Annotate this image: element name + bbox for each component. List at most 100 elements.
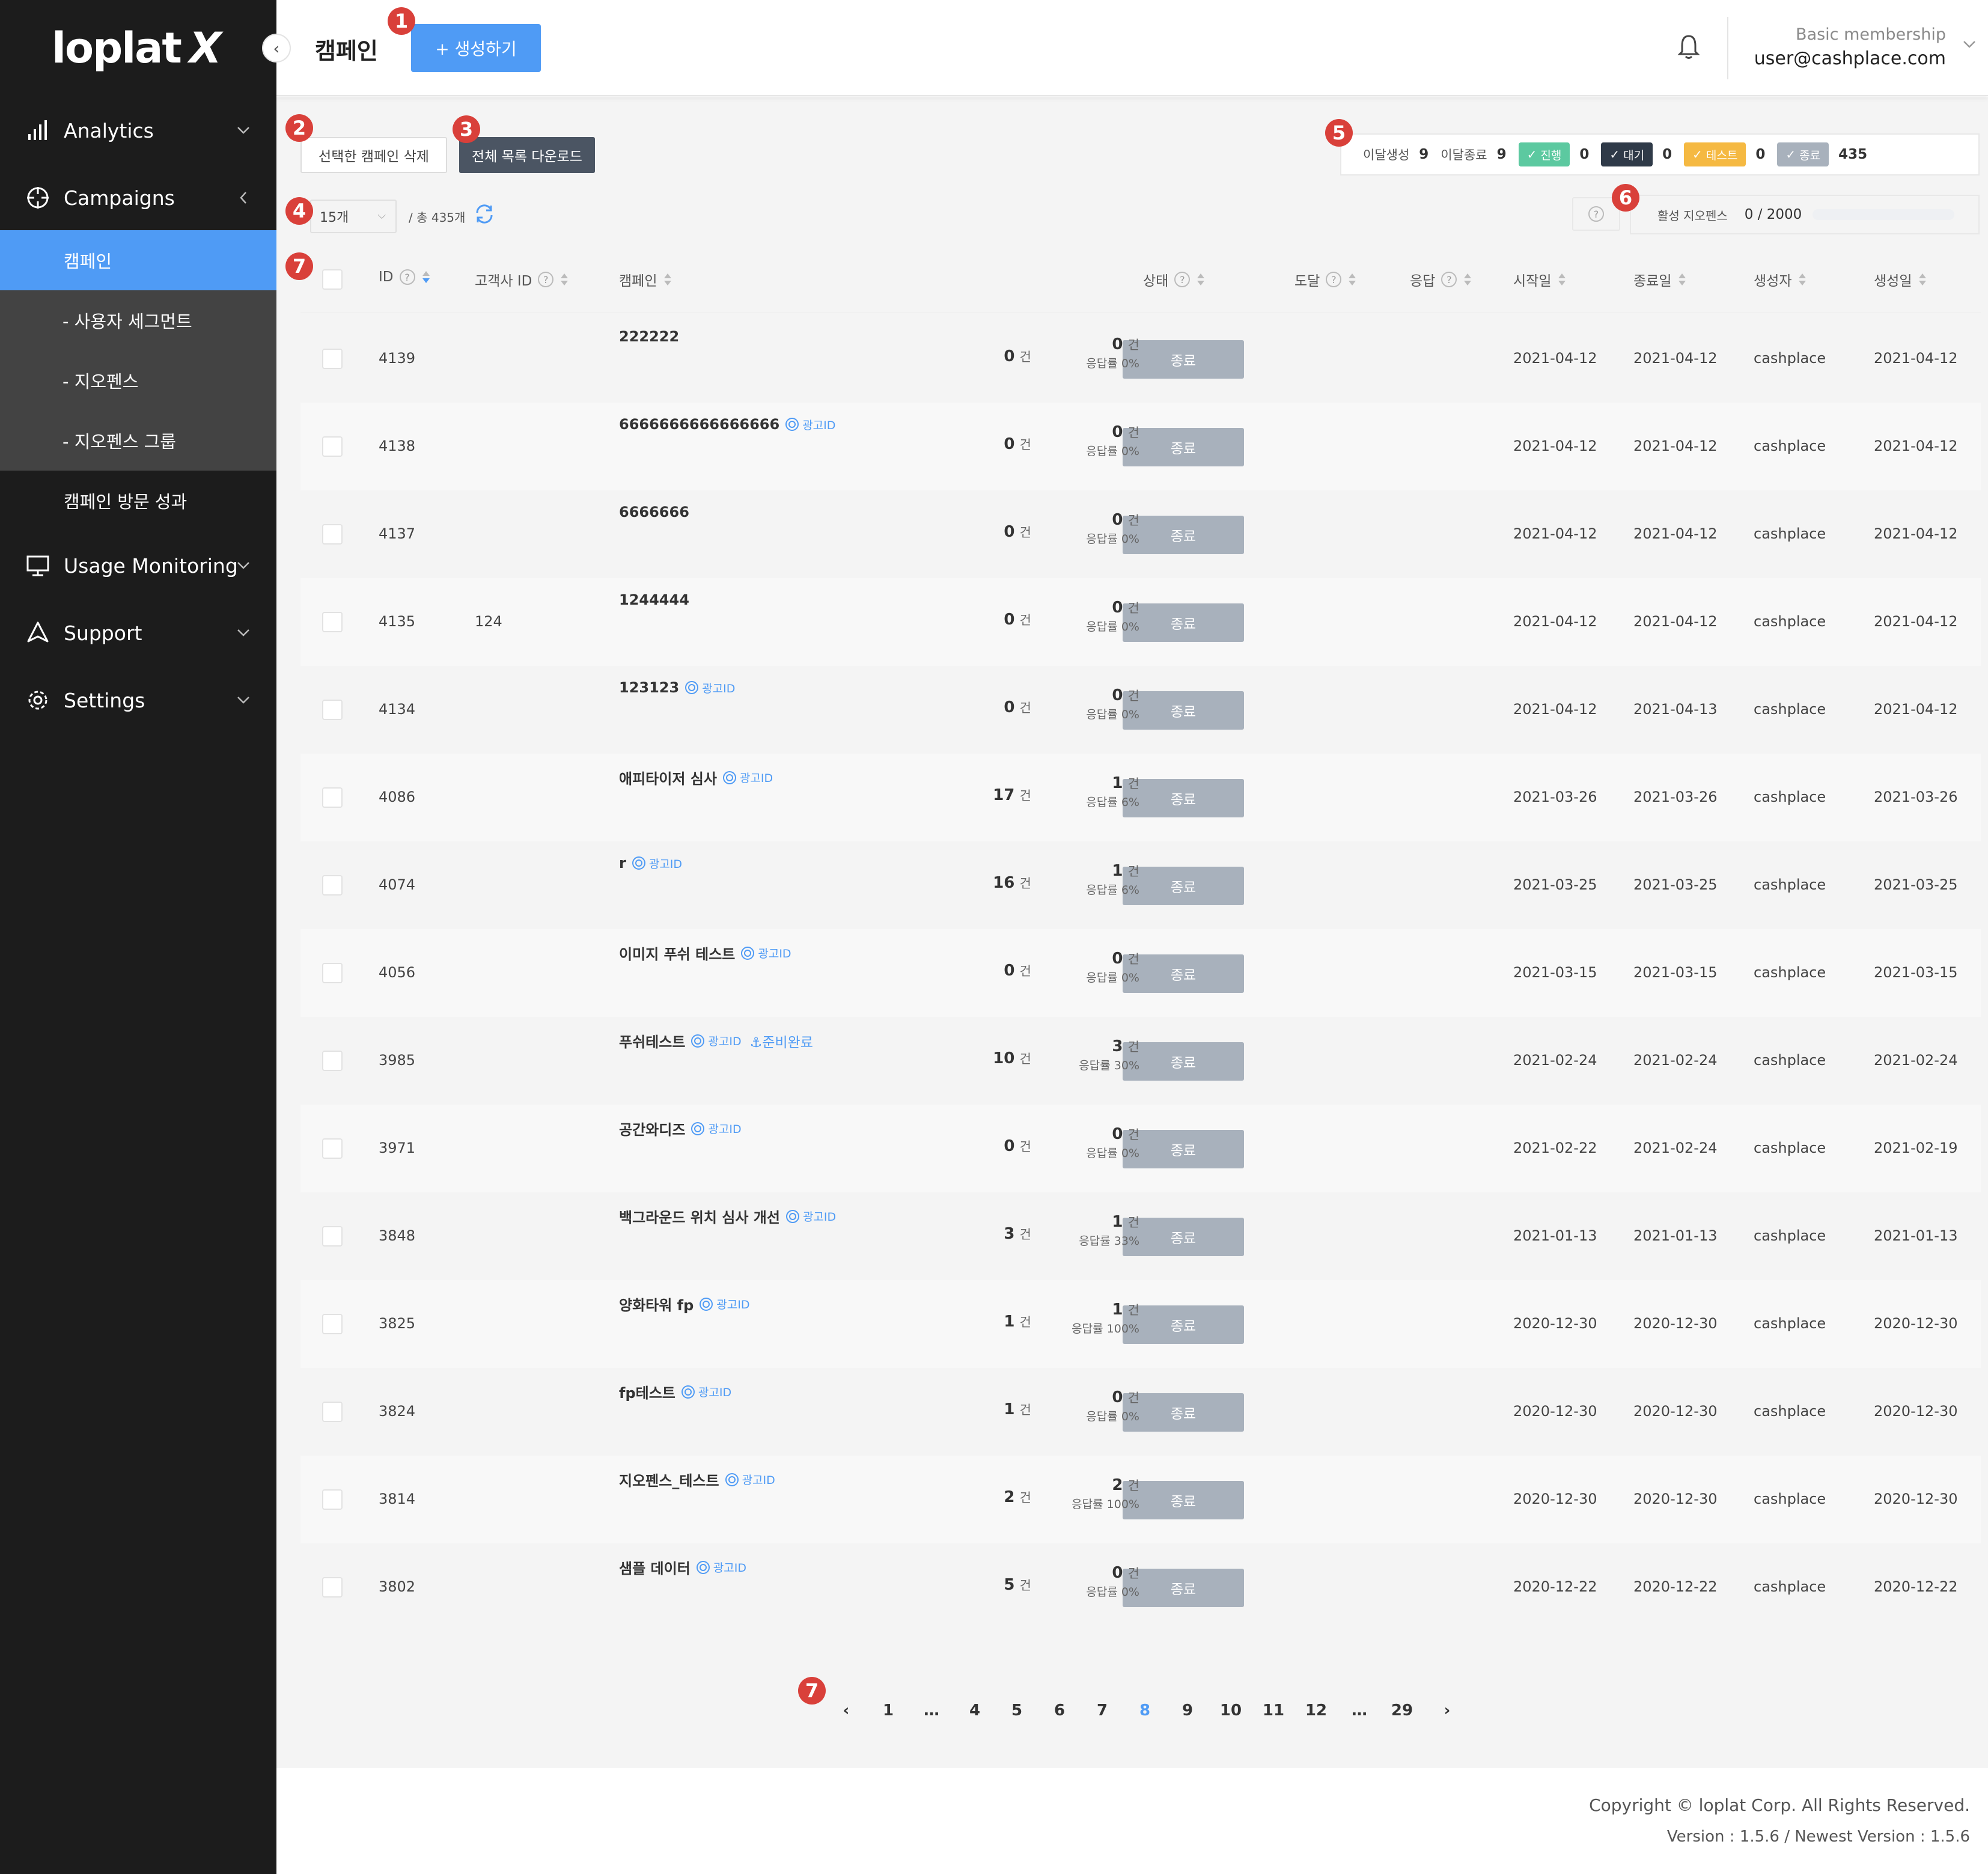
page-number[interactable]: 12 xyxy=(1299,1694,1333,1727)
col-start-date[interactable]: 시작일 xyxy=(1513,269,1567,290)
status-button[interactable]: 종료 xyxy=(1123,516,1244,554)
cell-campaign[interactable]: 공간와디즈 광고ID xyxy=(619,1118,742,1139)
cell-campaign[interactable]: 123123 광고ID xyxy=(619,679,735,696)
status-chip-running[interactable]: ✓ 진행 xyxy=(1518,142,1570,166)
cell-campaign[interactable]: 양화타워 fp 광고ID xyxy=(619,1293,750,1314)
row-checkbox[interactable] xyxy=(322,349,343,369)
status-button[interactable]: 종료 xyxy=(1123,340,1244,379)
cell-campaign[interactable]: 애피타이저 심사 광고ID xyxy=(619,767,773,788)
col-reach[interactable]: 도달? xyxy=(1294,269,1357,290)
page-number[interactable]: 4 xyxy=(958,1694,992,1727)
table-row[interactable]: 3802 샘플 데이터 광고ID 종료 5 건0 건 응답률 0% 2020-12-22 20… xyxy=(300,1543,1981,1631)
status-button[interactable]: 종료 xyxy=(1123,1305,1244,1344)
col-creator[interactable]: 생성자 xyxy=(1754,269,1807,290)
row-checkbox[interactable] xyxy=(322,1314,343,1334)
row-checkbox[interactable] xyxy=(322,1489,343,1510)
row-checkbox[interactable] xyxy=(322,524,343,545)
status-button[interactable]: 종료 xyxy=(1123,1569,1244,1607)
sidebar-item-support[interactable]: Support xyxy=(0,606,276,660)
sidebar-item-campaigns[interactable]: Campaigns xyxy=(0,171,276,225)
sidebar-collapse-button[interactable]: ‹ xyxy=(262,34,291,63)
download-all-button[interactable]: 전체 목록 다운로드 xyxy=(459,137,595,173)
create-campaign-button[interactable]: + 생성하기 xyxy=(411,24,541,72)
row-checkbox[interactable] xyxy=(322,1051,343,1071)
status-button[interactable]: 종료 xyxy=(1123,779,1244,817)
delete-selected-button[interactable]: 선택한 캠페인 삭제 xyxy=(300,137,447,173)
row-checkbox[interactable] xyxy=(322,1226,343,1247)
page-number[interactable]: 6 xyxy=(1043,1694,1076,1727)
sidebar-sub-campaign[interactable]: 캠페인 xyxy=(0,230,276,290)
status-chip-waiting[interactable]: ✓ 대기 xyxy=(1601,142,1653,166)
page-number[interactable]: 29 xyxy=(1385,1694,1419,1727)
status-button[interactable]: 종료 xyxy=(1123,954,1244,993)
table-row[interactable]: 4139 222222 종료 0 건0 건 응답률 0% 2021-04-12 2021-0… xyxy=(300,315,1981,403)
row-checkbox[interactable] xyxy=(322,787,343,808)
status-button[interactable]: 종료 xyxy=(1123,1042,1244,1081)
table-row[interactable]: 3971 공간와디즈 광고ID 종료 0 건0 건 응답률 0% 2021-02-22 202… xyxy=(300,1105,1981,1192)
cell-campaign[interactable]: 지오펜스_테스트 광고ID xyxy=(619,1469,775,1490)
status-button[interactable]: 종료 xyxy=(1123,1218,1244,1256)
table-row[interactable]: 4138 6666666666666666 광고ID 종료 0 건0 건 응답률 0% 20… xyxy=(300,403,1981,490)
select-all-checkbox[interactable] xyxy=(322,269,343,290)
table-row[interactable]: 4135 124 1244444 종료 0 건0 건 응답률 0% 2021-04-12 20… xyxy=(300,578,1981,666)
sidebar-sub-user-segment[interactable]: - 사용자 세그먼트 xyxy=(0,290,276,350)
user-email[interactable]: user@cashplace.com xyxy=(1754,48,1946,69)
refresh-icon[interactable] xyxy=(472,202,496,226)
cell-campaign[interactable]: 샘플 데이터 광고ID xyxy=(619,1557,746,1578)
page-number[interactable]: 9 xyxy=(1171,1694,1204,1727)
status-button[interactable]: 종료 xyxy=(1123,691,1244,730)
col-status[interactable]: 상태? xyxy=(1143,269,1206,290)
cell-campaign[interactable]: 6666666666666666 광고ID xyxy=(619,416,835,433)
table-row[interactable]: 3825 양화타워 fp 광고ID 종료 1 건1 건 응답률 100% 2020-12-3… xyxy=(300,1280,1981,1368)
table-row[interactable]: 3824 fp테스트 광고ID 종료 1 건0 건 응답률 0% 2020-12-30 202… xyxy=(300,1368,1981,1456)
cell-campaign[interactable]: 푸쉬테스트 광고ID ⚓준비완료 xyxy=(619,1030,813,1051)
status-button[interactable]: 종료 xyxy=(1123,867,1244,905)
row-checkbox[interactable] xyxy=(322,1402,343,1422)
table-row[interactable]: 4086 애피타이저 심사 광고ID 종료 17 건1 건 응답률 6% 2021-03-2… xyxy=(300,754,1981,841)
row-checkbox[interactable] xyxy=(322,963,343,983)
status-button[interactable]: 종료 xyxy=(1123,1481,1244,1519)
row-checkbox[interactable] xyxy=(322,875,343,896)
status-button[interactable]: 종료 xyxy=(1123,1130,1244,1168)
prev-page-icon[interactable]: ‹ xyxy=(829,1694,863,1727)
next-page-icon[interactable]: › xyxy=(1430,1694,1464,1727)
status-button[interactable]: 종료 xyxy=(1123,428,1244,466)
status-button[interactable]: 종료 xyxy=(1123,603,1244,642)
col-response[interactable]: 응답? xyxy=(1410,269,1472,290)
page-number[interactable]: 1 xyxy=(871,1694,905,1727)
bell-icon[interactable] xyxy=(1677,34,1703,63)
row-checkbox[interactable] xyxy=(322,1577,343,1598)
col-client-id[interactable]: 고객사 ID? xyxy=(475,269,569,290)
cell-campaign[interactable]: fp테스트 광고ID xyxy=(619,1381,731,1402)
table-row[interactable]: 4137 6666666 종료 0 건0 건 응답률 0% 2021-04-12 2021-… xyxy=(300,490,1981,578)
sidebar-item-settings[interactable]: Settings xyxy=(0,673,276,727)
status-chip-test[interactable]: ✓ 테스트 xyxy=(1684,142,1746,166)
sidebar-sub-geofence-group[interactable]: - 지오펜스 그룹 xyxy=(0,411,276,471)
sidebar-sub-visit-performance[interactable]: 캠페인 방문 성과 xyxy=(0,471,276,531)
cell-campaign[interactable]: 222222 xyxy=(619,328,679,345)
col-created-date[interactable]: 생성일 xyxy=(1874,269,1927,290)
table-row[interactable]: 3985 푸쉬테스트 광고ID ⚓준비완료 종료 10 건3 건 응답률 30% 2021-0… xyxy=(300,1017,1981,1105)
cell-campaign[interactable]: r 광고ID xyxy=(619,855,682,871)
page-number[interactable]: 10 xyxy=(1214,1694,1248,1727)
status-chip-done[interactable]: ✓ 종료 xyxy=(1777,142,1829,166)
status-button[interactable]: 종료 xyxy=(1123,1393,1244,1432)
table-row[interactable]: 3848 백그라운드 위치 심사 개선 광고ID 종료 3 건1 건 응답률 33% 202… xyxy=(300,1192,1981,1280)
col-campaign[interactable]: 캠페인 xyxy=(619,269,672,290)
page-size-select[interactable]: 15개 ⌵ xyxy=(310,200,397,233)
cell-campaign[interactable]: 6666666 xyxy=(619,504,689,520)
col-id[interactable]: ID? xyxy=(379,269,431,285)
table-row[interactable]: 4074 r 광고ID 종료 16 건1 건 응답률 6% 2021-03-25 2021-0… xyxy=(300,841,1981,929)
sidebar-item-usage-monitoring[interactable]: Usage Monitoring xyxy=(0,539,276,593)
page-number[interactable]: 5 xyxy=(1000,1694,1034,1727)
table-row[interactable]: 4056 이미지 푸쉬 테스트 광고ID 종료 0 건0 건 응답률 0% 2021-03-… xyxy=(300,929,1981,1017)
table-row[interactable]: 4134 123123 광고ID 종료 0 건0 건 응답률 0% 2021-04-12 20… xyxy=(300,666,1981,754)
row-checkbox[interactable] xyxy=(322,436,343,457)
chevron-down-icon[interactable] xyxy=(1963,40,1980,56)
sidebar-sub-geofence[interactable]: - 지오펜스 xyxy=(0,350,276,411)
cell-campaign[interactable]: 이미지 푸쉬 테스트 광고ID xyxy=(619,942,791,963)
table-row[interactable]: 3814 지오펜스_테스트 광고ID 종료 2 건2 건 응답률 100% 2020-12-… xyxy=(300,1456,1981,1543)
row-checkbox[interactable] xyxy=(322,612,343,632)
cell-campaign[interactable]: 백그라운드 위치 심사 개선 광고ID xyxy=(619,1206,836,1227)
sidebar-item-analytics[interactable]: Analytics xyxy=(0,103,276,157)
